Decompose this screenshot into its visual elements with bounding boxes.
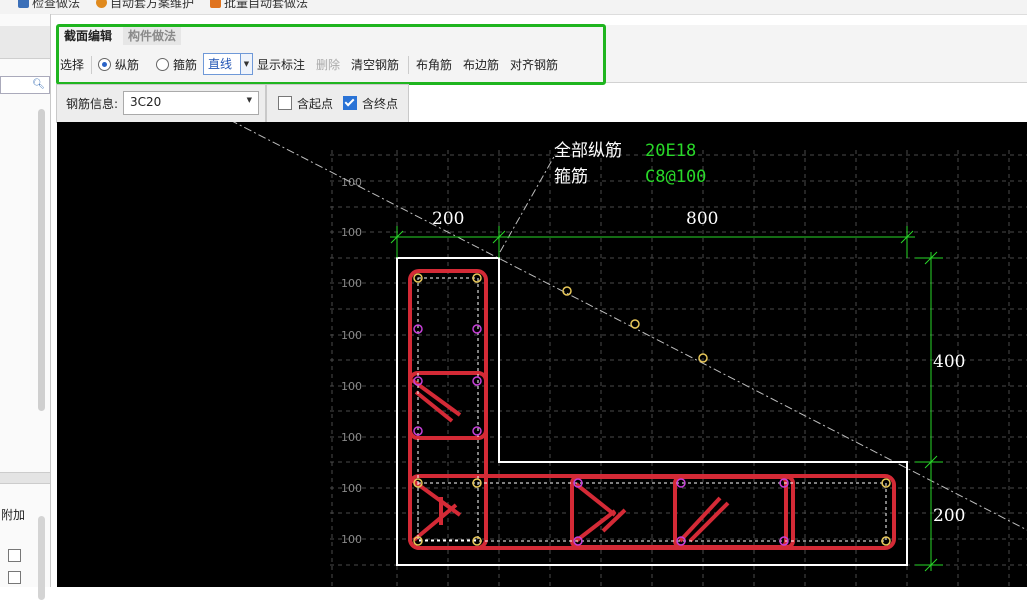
check-method-label: 检查做法 [32,0,81,10]
dim-label-right: 400 [933,352,965,372]
point-options-bar: 含起点 含终点 [266,84,409,123]
rebar-info-bar: 钢筋信息: 3C20 ▼ [56,84,266,123]
auto-scheme-button[interactable]: 自动套方案维护 [96,0,194,11]
dim-label-top: 800 [686,209,718,229]
chevron-down-icon[interactable]: ▼ [247,96,252,104]
include-start-label: 含起点 [297,97,334,111]
grid-labels: 100 100 100 100 100 100 100 100 [341,176,362,546]
grid-label: 100 [341,482,362,495]
include-start-checkbox[interactable] [278,96,292,110]
highlight-box [56,24,606,85]
dim-label-right: 200 [933,506,965,526]
info-value-stirrup: C8@100 [645,167,706,187]
section-drawing[interactable]: 100 100 100 100 100 100 100 100 200 800 … [57,122,1027,587]
grid-label: 100 [341,226,362,239]
rebar-info-label: 钢筋信息: [66,97,119,111]
grid-label: 100 [341,533,362,546]
section-canvas[interactable]: 100 100 100 100 100 100 100 100 200 800 … [57,122,1027,587]
info-value-longitudinal: 20E18 [645,141,696,161]
left-panel-splitter[interactable] [0,472,50,484]
left-panel-lower-scrollbar[interactable] [38,516,45,600]
dim-label-top: 200 [432,209,464,229]
extra-checkbox[interactable] [8,571,21,584]
left-panel-header [0,26,50,59]
batch-auto-button[interactable]: 批量自动套做法 [210,0,308,11]
grid-label: 100 [341,277,362,290]
info-label-stirrup: 箍筋 [554,167,588,187]
include-end-checkbox[interactable] [343,96,357,110]
extra-column-header: 附加 [1,508,26,522]
rebar-info-select[interactable]: 3C20 ▼ [123,91,259,115]
extra-checkbox[interactable] [8,549,21,562]
top-toolbar: 检查做法 自动套方案维护 批量自动套做法 [0,0,1027,15]
info-label-longitudinal: 全部纵筋 [554,141,622,161]
check-doc-icon [18,0,29,8]
grid-label: 100 [341,380,362,393]
left-panel: 🔍︎ 附加 [0,14,51,600]
rebar-info-value: 3C20 [130,95,162,109]
batch-auto-label: 批量自动套做法 [224,0,309,10]
include-end-label: 含终点 [362,97,399,111]
search-icon[interactable]: 🔍︎ [32,79,45,90]
left-panel-scrollbar[interactable] [38,109,45,411]
check-method-button[interactable]: 检查做法 [18,0,80,11]
auto-scheme-label: 自动套方案维护 [110,0,195,10]
search-input[interactable]: 🔍︎ [0,76,50,94]
gear-icon [96,0,107,8]
batch-icon [210,0,221,8]
grid-label: 100 [341,329,362,342]
grid-label: 100 [341,431,362,444]
grid-label: 100 [341,176,362,189]
